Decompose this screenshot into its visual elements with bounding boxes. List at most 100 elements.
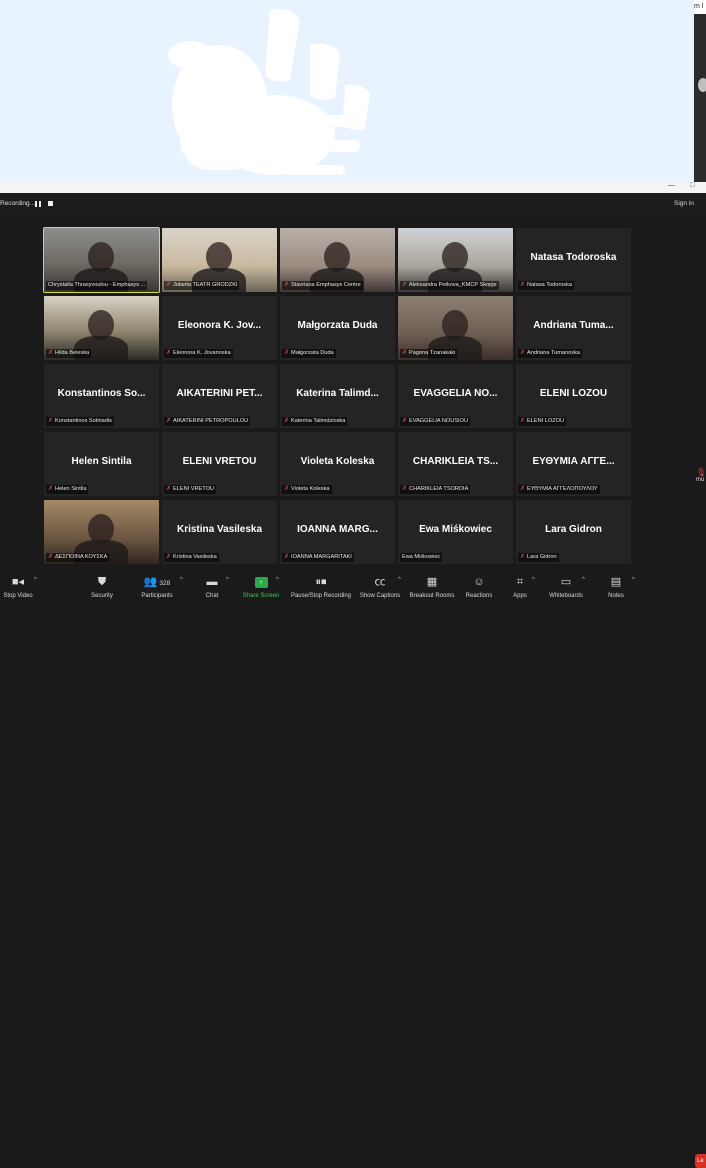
maximize-icon[interactable]: □ xyxy=(690,182,694,189)
participant-name: Aleksandra Petkova_KMCP Skopje xyxy=(409,282,497,288)
hand-print-graphic xyxy=(168,8,370,175)
notes-icon: ▤ xyxy=(610,576,622,588)
participant-tile[interactable]: Eleonora K. Jov... ✗ Eleonora K. Jovanoska xyxy=(162,296,277,360)
participant-tile[interactable]: Konstantinos So... ✗ Konstantinos Sotiriad… xyxy=(44,364,159,428)
breakout-rooms-button[interactable]: ▦ Breakout Rooms xyxy=(407,575,457,601)
participant-tile[interactable]: ✗ ΔΕΣΠΟΙΝΑ ΚΟΥΣΚΑ xyxy=(44,500,159,564)
chevron-up-icon[interactable]: ^ xyxy=(180,577,183,583)
participant-name-label: ✗ Jolanta TEATR GRODZKI xyxy=(164,281,240,290)
participant-display-name: Eleonora K. Jov... xyxy=(177,320,262,331)
participant-name-label: ✗ ΔΕΣΠΟΙΝΑ ΚΟΥΣΚΑ xyxy=(46,553,110,562)
stop-recording-icon[interactable] xyxy=(48,201,53,206)
participant-tile[interactable]: Violeta Koleska ✗ Violeta Koleska xyxy=(280,432,395,496)
participant-tile[interactable]: ELENI VRETOU ✗ ELENI VRETOU xyxy=(162,432,277,496)
mic-muted-icon: ✗ xyxy=(284,486,290,492)
participant-tile[interactable]: Ewa Miśkowiec Ewa Miśkowiec xyxy=(398,500,513,564)
participant-tile[interactable]: IOANNA MARG... ✗ IOANNA MARGARITAKI xyxy=(280,500,395,564)
shared-screen xyxy=(0,0,694,193)
chevron-up-icon[interactable]: ^ xyxy=(226,577,229,583)
chevron-up-icon[interactable]: ^ xyxy=(34,577,37,583)
participant-name-label: ✗ Kristina Vasileska xyxy=(164,553,219,562)
participant-name-label: ✗ Lara Gidron xyxy=(518,553,559,562)
mic-muted-icon: ✗ xyxy=(284,418,290,424)
participants-button[interactable]: 👥 328 Participants ^ xyxy=(138,575,183,601)
reaction-emoji-icon: ☺ xyxy=(473,576,485,588)
chevron-up-icon[interactable]: ^ xyxy=(582,577,585,583)
mic-muted-icon: ✗ xyxy=(48,486,54,492)
participant-tile[interactable]: Chrystalla Thrasyvoulou - Emphasys ... xyxy=(43,227,160,293)
chat-button[interactable]: ▬ Chat ^ xyxy=(200,575,229,601)
participant-name: ELENI VRETOU xyxy=(173,486,214,492)
participant-tile[interactable]: Kristina Vasileska ✗ Kristina Vasileska xyxy=(162,500,277,564)
participant-display-name: ELENI VRETOU xyxy=(182,456,257,467)
mic-muted-icon: ✗ xyxy=(520,486,526,492)
minimize-icon[interactable]: — xyxy=(668,182,675,189)
participant-name-label: Ewa Miśkowiec xyxy=(400,553,443,562)
participant-display-name: Violeta Koleska xyxy=(300,456,375,467)
participant-name: Ewa Miśkowiec xyxy=(402,554,441,560)
participant-tile[interactable]: ✗ Pagona Tzanakaki xyxy=(398,296,513,360)
chevron-up-icon[interactable]: ^ xyxy=(632,577,635,583)
participant-name-label: ✗ Pagona Tzanakaki xyxy=(400,349,458,358)
mic-muted-icon: ✗ xyxy=(402,282,408,288)
participant-display-name: IOANNA MARG... xyxy=(297,524,378,535)
participant-name: ELENI LOZOU xyxy=(527,418,565,424)
video-camera-icon: ■◂ xyxy=(11,576,25,588)
participant-tile[interactable]: ΕΥΘΥΜΙΑ ΑΓΓΕ... ✗ ΕΥΘΥΜΙΑ ΑΓΓΕΛΟΠΟΥΛΟΥ xyxy=(516,432,631,496)
share-screen-button[interactable]: ↑ Share Screen ^ xyxy=(240,575,282,601)
pause-recording-icon[interactable] xyxy=(34,200,42,209)
participant-name-label: ✗ Natasa Todoroska xyxy=(518,281,575,290)
participant-display-name: ΕΥΘΥΜΙΑ ΑΓΓΕ... xyxy=(532,456,615,467)
participant-display-name: AIKATERINI PET... xyxy=(176,388,263,399)
participant-name: IOANNA MARGARITAKI xyxy=(291,554,352,560)
breakout-rooms-icon: ▦ xyxy=(426,576,438,588)
chevron-up-icon[interactable]: ^ xyxy=(398,577,401,583)
participant-name-label: ✗ Stavriana Emphasys Centre xyxy=(282,281,363,290)
chat-icon: ▬ xyxy=(206,576,218,588)
chevron-up-icon[interactable]: ^ xyxy=(532,577,535,583)
participant-tile[interactable]: Andriana Tuma... ✗ Andriana Tumanoska xyxy=(516,296,631,360)
reactions-button[interactable]: ☺ Reactions xyxy=(464,575,494,601)
mic-muted-icon: ✗ xyxy=(166,486,172,492)
leave-button[interactable]: Le xyxy=(695,1154,706,1168)
participant-tile[interactable]: ELENI LOZOU ✗ ELENI LOZOU xyxy=(516,364,631,428)
security-button[interactable]: ⛊ Security xyxy=(86,575,118,601)
participant-name-label: ✗ Aleksandra Petkova_KMCP Skopje xyxy=(400,281,499,290)
show-captions-button[interactable]: ㏄ Show Captions ^ xyxy=(358,575,402,601)
participant-display-name: Helen Sintila xyxy=(71,456,132,467)
participant-name: Chrystalla Thrasyvoulou - Emphasys ... xyxy=(48,282,146,288)
participant-tile[interactable]: ✗ Jolanta TEATR GRODZKI xyxy=(162,228,277,292)
participant-tile[interactable]: CHARIKLEIA TS... ✗ CHARIKLEIA TSORDIA xyxy=(398,432,513,496)
participant-tile[interactable]: ✗ Hilda Beleska xyxy=(44,296,159,360)
chip-text: mu xyxy=(696,477,705,483)
chevron-up-icon[interactable]: ^ xyxy=(276,577,279,583)
participant-name: ΔΕΣΠΟΙΝΑ ΚΟΥΣΚΑ xyxy=(55,554,108,560)
participant-tile[interactable]: Helen Sintila ✗ Helen Sintila xyxy=(44,432,159,496)
mic-muted-icon: ✗ xyxy=(166,350,172,356)
participant-tile[interactable]: AIKATERINI PET... ✗ AIKATERINI PETROPOULOU xyxy=(162,364,277,428)
participant-display-name: Katerina Talimd... xyxy=(296,388,379,399)
captions-icon: ㏄ xyxy=(374,576,386,588)
participant-name-label: ✗ ΕΥΘΥΜΙΑ ΑΓΓΕΛΟΠΟΥΛΟΥ xyxy=(518,485,600,494)
shield-icon: ⛊ xyxy=(97,576,107,588)
sign-in-link[interactable]: Sign in xyxy=(674,200,694,207)
participant-display-name: Kristina Vasileska xyxy=(176,524,263,535)
notes-button[interactable]: ▤ Notes ^ xyxy=(604,575,635,601)
participant-tile[interactable]: ✗ Aleksandra Petkova_KMCP Skopje xyxy=(398,228,513,292)
whiteboards-button[interactable]: ▭ Whiteboards ^ xyxy=(546,575,586,601)
participant-tile[interactable]: Lara Gidron ✗ Lara Gidron xyxy=(516,500,631,564)
mic-muted-icon: ✗ xyxy=(48,418,54,424)
participant-display-name: EVAGGELIA NO... xyxy=(413,388,498,399)
recording-status: Recording... xyxy=(0,200,36,207)
stop-video-button[interactable]: ■◂ Stop Video ^ xyxy=(0,575,36,601)
participant-tile[interactable]: Małgorzata Duda ✗ Małgorzata Duda xyxy=(280,296,395,360)
participant-tile[interactable]: Natasa Todoroska ✗ Natasa Todoroska xyxy=(516,228,631,292)
pause-stop-recording-button[interactable]: ⏸⏹ Pause/Stop Recording xyxy=(288,575,354,601)
participant-tile[interactable]: EVAGGELIA NO... ✗ EVAGGELIA NOUSIOU xyxy=(398,364,513,428)
participant-tile[interactable]: Katerina Talimd... ✗ Katerina Talimdzioska xyxy=(280,364,395,428)
apps-button[interactable]: ⌗ Apps ^ xyxy=(510,575,535,601)
muted-participant-chip: 🎙 mu xyxy=(696,468,706,496)
participant-name-label: ✗ EVAGGELIA NOUSIOU xyxy=(400,417,470,426)
participant-display-name: Małgorzata Duda xyxy=(297,320,378,331)
participant-tile[interactable]: ✗ Stavriana Emphasys Centre xyxy=(280,228,395,292)
